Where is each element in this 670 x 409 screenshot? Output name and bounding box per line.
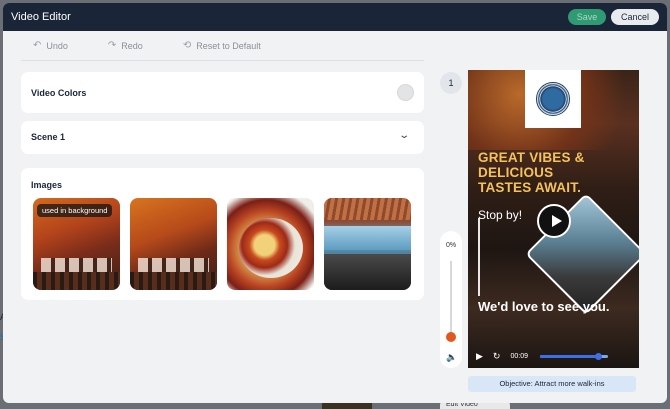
playback-progress-bar[interactable]	[540, 352, 608, 360]
playback-progress-fill	[540, 354, 598, 358]
used-in-background-badge: used in background	[37, 204, 113, 217]
playback-progress-handle[interactable]	[594, 352, 602, 360]
color-swatch[interactable]	[397, 84, 414, 101]
thumbnail-plate	[239, 218, 303, 278]
modal-titlebar: Video Editor Save Cancel	[3, 3, 667, 31]
logo-emblem	[536, 82, 570, 116]
thumbnail-awning	[324, 198, 411, 220]
redo-button[interactable]: ↷ Redo	[108, 40, 143, 51]
play-overlay-button[interactable]	[537, 204, 571, 238]
thumbnail-chairs	[33, 272, 120, 290]
undo-button[interactable]: ↶ Undo	[33, 40, 68, 51]
volume-slider-handle[interactable]	[446, 332, 456, 342]
reset-to-default-button[interactable]: ⟲ Reset to Default	[183, 40, 261, 51]
image-thumbnail-seaside-terrace[interactable]	[324, 198, 411, 290]
thumbnail-chairs	[130, 272, 217, 290]
preview-subline: Stop by!	[478, 208, 523, 222]
modal-title: Video Editor	[11, 11, 71, 23]
redo-icon: ↷	[107, 40, 117, 51]
scene-number-badge[interactable]: 1	[440, 72, 462, 94]
volume-control: 0% 🔈	[440, 231, 462, 368]
edit-toolbar: ↶ Undo ↷ Redo ⟲ Reset to Default	[21, 31, 424, 61]
images-title: Images	[31, 180, 63, 190]
play-icon[interactable]: ▶	[476, 351, 483, 362]
replay-icon[interactable]: ↻	[493, 351, 501, 362]
volume-mute-icon[interactable]: 🔈	[446, 352, 457, 363]
image-thumbnail-restaurant-interior-2[interactable]	[130, 198, 217, 290]
cancel-button[interactable]: Cancel	[611, 9, 659, 25]
image-thumbnail-restaurant-interior-1[interactable]: used in background	[33, 198, 120, 290]
images-section: Images used in background	[21, 168, 424, 300]
save-button[interactable]: Save	[568, 9, 606, 25]
undo-label: Undo	[46, 40, 68, 51]
redo-label: Redo	[121, 40, 143, 51]
scene-title: Scene 1	[31, 132, 66, 142]
thumbnail-tables	[41, 258, 112, 272]
volume-slider-track[interactable]	[450, 261, 452, 337]
thumbnail-sea	[324, 226, 411, 250]
reset-label: Reset to Default	[196, 40, 261, 51]
preview-headline: GREAT VIBES & DELICIOUS TASTES AWAIT.	[478, 150, 585, 195]
chevron-down-icon[interactable]: ⌄	[398, 130, 410, 141]
reset-icon: ⟲	[182, 40, 192, 51]
preview-divider	[478, 218, 480, 296]
video-colors-title: Video Colors	[31, 88, 87, 98]
video-colors-section[interactable]: Video Colors	[21, 72, 424, 113]
scene-section[interactable]: Scene 1 ⌄	[21, 121, 424, 154]
thumbnail-deck	[324, 254, 411, 290]
video-editor-modal: Video Editor Save Cancel ↶ Undo ↷ Redo ⟲…	[3, 3, 667, 403]
undo-icon: ↶	[33, 40, 42, 51]
current-time: 00:09	[510, 352, 528, 360]
business-logo	[525, 70, 581, 128]
volume-percent: 0%	[445, 242, 457, 249]
preview-closing-text: We'd love to see you.	[478, 299, 610, 314]
player-controls: ▶ ↻ 00:09	[468, 344, 639, 368]
objective-label: Objective: Attract more walk-ins	[468, 376, 636, 392]
thumbnail-tables	[138, 258, 209, 272]
image-thumbnail-food-dish[interactable]	[227, 198, 314, 290]
video-preview: GREAT VIBES & DELICIOUS TASTES AWAIT. St…	[468, 70, 639, 368]
